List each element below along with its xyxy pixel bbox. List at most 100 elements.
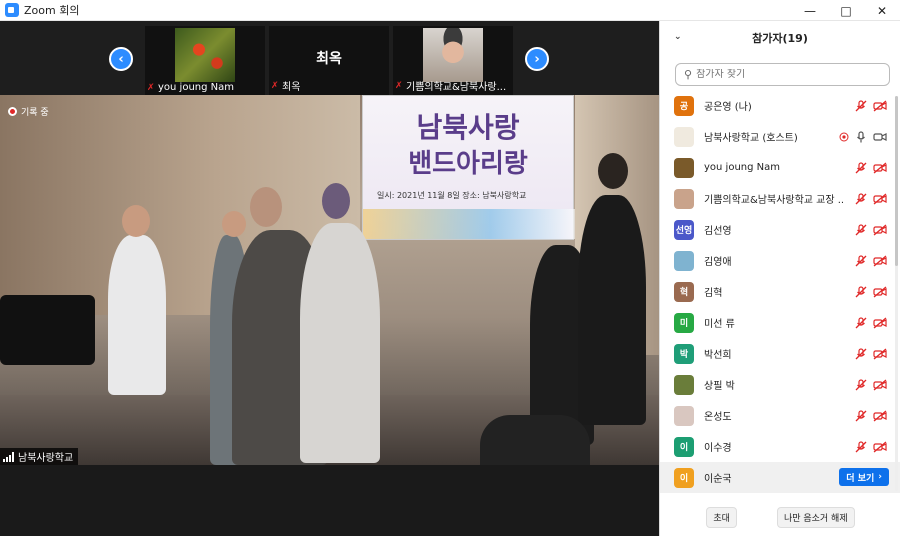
- participant-row[interactable]: 공 공은영 (나): [660, 90, 900, 121]
- thumbnail-strip: ‹ ✗ you joung Nam 최옥 ✗ 최옥 ✗ 기쁨의학교&남북사랑... ›: [0, 21, 659, 95]
- participants-panel: ⌄ 참가자(19) ⚲ 공 공은영 (나) 남북사랑학교 (호스트) you joun…: [659, 21, 900, 536]
- participant-name: you joung Nam: [704, 162, 781, 173]
- event-banner: 남북사랑 밴드아리랑 일시: 2021년 11월 8일 장소: 남북사랑학교: [362, 95, 575, 240]
- recording-label: 기록 중: [21, 108, 49, 118]
- next-page-button[interactable]: ›: [525, 47, 549, 71]
- meeting-stage: ‹ ✗ you joung Nam 최옥 ✗ 최옥 ✗ 기쁨의학교&남북사랑... ›…: [0, 21, 659, 536]
- mic-muted-icon[interactable]: [855, 440, 867, 453]
- unmute-me-button[interactable]: 나만 음소거 해제: [776, 507, 855, 528]
- prev-page-button[interactable]: ‹: [109, 47, 133, 71]
- person-head: [598, 153, 628, 189]
- banner-info: 일시: 2021년 11월 8일 장소: 남북사랑학교: [377, 191, 527, 200]
- person-head: [222, 211, 246, 237]
- mic-muted-icon[interactable]: [855, 223, 867, 236]
- minimize-icon[interactable]: —: [792, 0, 828, 21]
- camera-off-icon[interactable]: [873, 286, 887, 298]
- scrollbar-thumb[interactable]: [895, 96, 898, 266]
- camera-off-icon[interactable]: [873, 348, 887, 360]
- participant-status-icons: [855, 378, 887, 391]
- maximize-icon[interactable]: □: [828, 0, 864, 21]
- participant-avatar: 혁: [674, 281, 694, 302]
- mic-muted-icon[interactable]: [855, 347, 867, 360]
- invite-button[interactable]: 초대: [706, 507, 737, 528]
- participant-name: 이순국: [704, 474, 732, 485]
- mic-muted-icon[interactable]: [855, 378, 867, 391]
- participant-status-icons: [855, 223, 887, 236]
- participant-row[interactable]: 남북사랑학교 (호스트): [660, 121, 900, 152]
- participant-row[interactable]: 박 박선희: [660, 338, 900, 369]
- participant-row[interactable]: 상필 박: [660, 369, 900, 400]
- camera-off-icon[interactable]: [873, 317, 887, 329]
- banner-subtitle: 밴드아리랑: [408, 149, 528, 179]
- search-icon: ⚲: [684, 68, 693, 81]
- mic-muted-icon[interactable]: [855, 409, 867, 422]
- camera-off-icon[interactable]: [873, 379, 887, 391]
- more-button[interactable]: 더 보기 ›: [839, 468, 889, 486]
- piano: [0, 295, 95, 365]
- audience-head: [480, 415, 590, 465]
- participant-video: [175, 28, 235, 82]
- camera-off-icon[interactable]: [873, 441, 887, 453]
- participant-status-icons: [855, 440, 887, 453]
- participant-name: 박선희: [704, 350, 732, 361]
- person-silhouette: [108, 235, 166, 395]
- mic-muted-icon[interactable]: [855, 99, 867, 112]
- search-input[interactable]: [696, 69, 877, 80]
- participant-row[interactable]: 이 이순국 더 보기 ›: [660, 462, 900, 493]
- camera-off-icon[interactable]: [873, 193, 887, 205]
- thumbnail-tile[interactable]: 최옥 ✗ 최옥: [269, 26, 389, 95]
- mic-muted-icon[interactable]: [855, 316, 867, 329]
- participant-row[interactable]: 김영애: [660, 245, 900, 276]
- chevron-right-icon: ›: [878, 472, 882, 482]
- camera-off-icon[interactable]: [873, 100, 887, 112]
- participant-row[interactable]: 선영 김선영: [660, 214, 900, 245]
- mic-muted-icon[interactable]: [855, 192, 867, 205]
- panel-title: 참가자(19): [752, 32, 808, 45]
- zoom-app-icon: [5, 3, 19, 17]
- participant-row[interactable]: 기쁨의학교&남북사랑학교 교장 ...: [660, 183, 900, 214]
- record-icon: [839, 132, 849, 141]
- mic-muted-icon[interactable]: [855, 161, 867, 174]
- participant-status-icons: [855, 409, 887, 422]
- participant-name: 온성도: [704, 412, 732, 423]
- participant-search[interactable]: ⚲: [675, 63, 890, 86]
- participant-avatar: 박: [674, 343, 694, 364]
- chevron-left-icon: ‹: [118, 51, 124, 67]
- participant-row[interactable]: 미 미선 류: [660, 307, 900, 338]
- mic-muted-icon[interactable]: [855, 254, 867, 267]
- participant-avatar: 공: [674, 95, 694, 116]
- thumbnail-tile[interactable]: ✗ you joung Nam: [145, 26, 265, 95]
- thumbnail-name: ✗ you joung Nam: [147, 82, 235, 93]
- mic-muted-icon: ✗: [147, 82, 155, 93]
- mic-icon[interactable]: [855, 130, 867, 143]
- participant-name: 공은영 (나): [704, 102, 752, 113]
- participant-row[interactable]: 혁 김혁: [660, 276, 900, 307]
- participant-row[interactable]: you joung Nam: [660, 152, 900, 183]
- participant-name: 기쁨의학교&남북사랑학교 교장 ...: [704, 195, 844, 206]
- camera-off-icon[interactable]: [873, 224, 887, 236]
- window-controls: — □ ✕: [792, 0, 900, 21]
- participant-avatar: 미: [674, 312, 694, 333]
- participant-avatar: [674, 126, 694, 147]
- participant-video: [423, 28, 483, 82]
- participant-row[interactable]: 이 이수경: [660, 431, 900, 462]
- camera-off-icon[interactable]: [873, 162, 887, 174]
- panel-footer: 초대 나만 음소거 해제: [660, 499, 900, 536]
- camera-off-icon[interactable]: [873, 410, 887, 422]
- participant-name: 미선 류: [704, 319, 735, 330]
- close-icon[interactable]: ✕: [864, 0, 900, 21]
- participant-list[interactable]: 공 공은영 (나) 남북사랑학교 (호스트) you joung Nam 기쁨의학교&남…: [660, 90, 900, 496]
- panel-header: ⌄ 참가자(19): [660, 21, 900, 55]
- thumbnail-tile[interactable]: ✗ 기쁨의학교&남북사랑...: [393, 26, 513, 95]
- mic-muted-icon[interactable]: [855, 285, 867, 298]
- camera-off-icon[interactable]: [873, 255, 887, 267]
- participant-row[interactable]: 온성도: [660, 400, 900, 431]
- participant-status-icons: [855, 285, 887, 298]
- active-speaker-label: 남북사랑학교: [0, 448, 79, 465]
- banner-title: 남북사랑: [416, 111, 520, 144]
- thumbnail-name: ✗ 최옥: [271, 80, 301, 94]
- camera-icon[interactable]: [873, 131, 887, 143]
- signal-icon: [3, 451, 14, 462]
- scrollbar[interactable]: [895, 96, 898, 491]
- chevron-down-icon[interactable]: ⌄: [674, 32, 682, 42]
